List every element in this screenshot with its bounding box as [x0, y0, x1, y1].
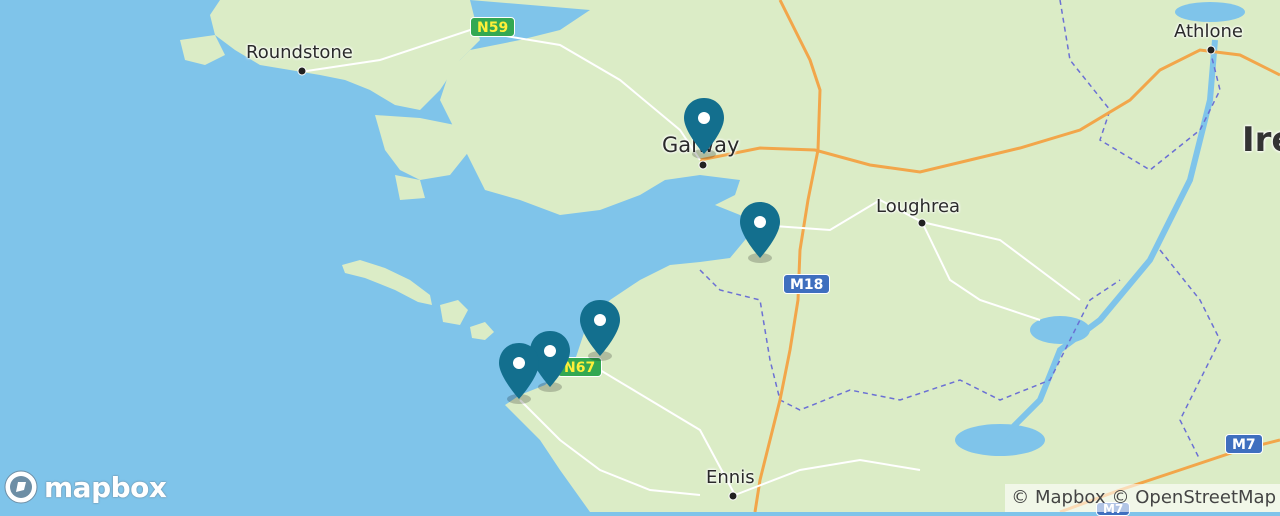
place-ireland: Ire	[1242, 120, 1280, 160]
attribution-mapbox-link[interactable]: © Mapbox	[1011, 484, 1105, 512]
road-shield-m7: M7	[1225, 434, 1263, 454]
place-ennis: Ennis	[706, 467, 755, 488]
attribution-bar: © Mapbox © OpenStreetMap	[1005, 484, 1280, 512]
location-marker-galway[interactable]	[682, 96, 726, 160]
map-pin-icon	[740, 202, 780, 263]
road-shield-m18: M18	[783, 274, 831, 294]
map-pin-icon	[684, 98, 724, 159]
location-marker-burren[interactable]	[578, 298, 622, 362]
athlone-dot	[1206, 45, 1216, 55]
ennis-dot	[728, 491, 738, 501]
road-shield-n59: N59	[470, 17, 516, 37]
map-canvas[interactable]	[0, 0, 1280, 512]
loughrea-dot	[917, 218, 927, 228]
location-marker-kinvara[interactable]	[738, 200, 782, 264]
attribution-osm-link[interactable]: © OpenStreetMap	[1112, 484, 1276, 512]
place-loughrea: Loughrea	[876, 196, 961, 217]
galway-dot	[698, 160, 708, 170]
lake-3	[1175, 2, 1245, 22]
place-roundstone: Roundstone	[246, 42, 353, 63]
roundstone-dot	[297, 66, 307, 76]
map-pin-icon	[580, 300, 620, 361]
map-pin-icon	[499, 343, 539, 404]
mapbox-logo[interactable]: mapbox	[2, 468, 167, 506]
place-athlone: Athlone	[1174, 21, 1243, 42]
location-marker-cliffs[interactable]	[497, 341, 541, 405]
mapbox-logo-icon	[4, 470, 38, 504]
mapbox-logo-text: mapbox	[44, 470, 167, 504]
